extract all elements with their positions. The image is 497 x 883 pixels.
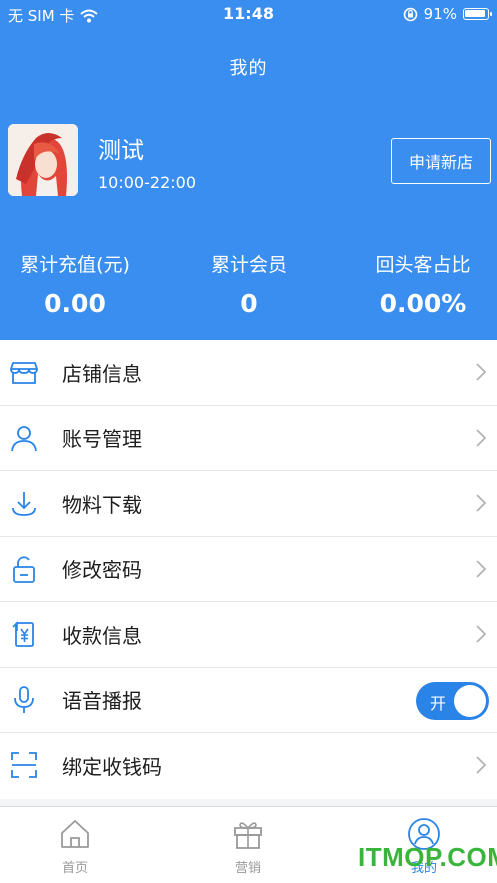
stat-total-recharge: 累计充值(元) 0.00: [0, 250, 158, 318]
page-title: 我的: [229, 58, 268, 79]
menu-item-bind-qr[interactable]: 绑定收钱码: [0, 733, 497, 799]
lock-icon: [13, 555, 35, 583]
status-right: 91%: [403, 5, 492, 23]
chevron-right-icon: [476, 625, 487, 643]
tab-home[interactable]: 首页: [15, 817, 135, 876]
chevron-right-icon: [476, 756, 487, 774]
settings-menu: 店铺信息 账号管理 物料下载 修改密码 收款信息 语音播报 开 绑定收钱码: [0, 340, 497, 799]
home-icon: [61, 820, 89, 848]
menu-label: 物料下载: [62, 492, 142, 517]
stat-label: 累计充值(元): [20, 254, 130, 276]
stat-value: 0.00: [44, 289, 106, 318]
stat-value: 0: [240, 289, 258, 318]
menu-item-voice-broadcast: 语音播报 开: [0, 668, 497, 733]
avatar[interactable]: [8, 124, 78, 196]
menu-item-change-password[interactable]: 修改密码: [0, 537, 497, 602]
scan-icon: [11, 752, 37, 778]
stat-label: 累计会员: [210, 254, 287, 276]
menu-label: 绑定收钱码: [62, 755, 162, 780]
rotation-lock-icon: [403, 7, 417, 21]
stat-returning-ratio: 回头客占比 0.00%: [340, 250, 497, 318]
yuan-receipt-icon: [12, 621, 34, 647]
menu-label: 账号管理: [62, 427, 142, 452]
chevron-right-icon: [476, 363, 487, 381]
stat-total-members: 累计会员 0: [166, 250, 332, 318]
chevron-right-icon: [476, 494, 487, 512]
gift-icon: [234, 822, 262, 849]
store-name: 测试: [98, 138, 144, 164]
profile-header: 无 SIM 卡 11:48 91% 我的 测试 10:00-22:00 申请新店…: [0, 0, 497, 340]
user-icon: [11, 425, 37, 451]
status-bar: 无 SIM 卡 11:48 91%: [0, 0, 497, 28]
menu-item-store-info[interactable]: 店铺信息: [0, 340, 497, 406]
menu-label: 修改密码: [62, 558, 142, 583]
apply-new-store-button[interactable]: 申请新店: [391, 138, 491, 184]
voice-broadcast-toggle[interactable]: 开: [416, 681, 489, 720]
toggle-label: 开: [430, 693, 447, 713]
battery-icon: [463, 8, 492, 20]
store-hours: 10:00-22:00: [98, 173, 196, 192]
chevron-right-icon: [476, 428, 487, 447]
tab-label: 营销: [234, 861, 261, 876]
menu-label: 收款信息: [62, 623, 142, 648]
watermark-text: ITMOP.COM: [358, 842, 497, 872]
menu-item-material-download[interactable]: 物料下载: [0, 471, 497, 537]
microphone-icon: [14, 685, 34, 713]
menu-label: 语音播报: [62, 689, 142, 714]
menu-item-account[interactable]: 账号管理: [0, 406, 497, 471]
menu-label: 店铺信息: [62, 361, 142, 386]
chevron-right-icon: [476, 559, 487, 578]
tab-label: 首页: [61, 861, 88, 876]
store-icon: [10, 362, 38, 384]
menu-item-payment-info[interactable]: 收款信息: [0, 602, 497, 668]
toggle-knob: [454, 684, 486, 717]
battery-percent: 91%: [423, 5, 457, 23]
stat-value: 0.00%: [379, 289, 467, 318]
download-icon: [12, 492, 36, 516]
stat-label: 回头客占比: [375, 254, 471, 276]
tab-marketing[interactable]: 营销: [188, 817, 308, 876]
